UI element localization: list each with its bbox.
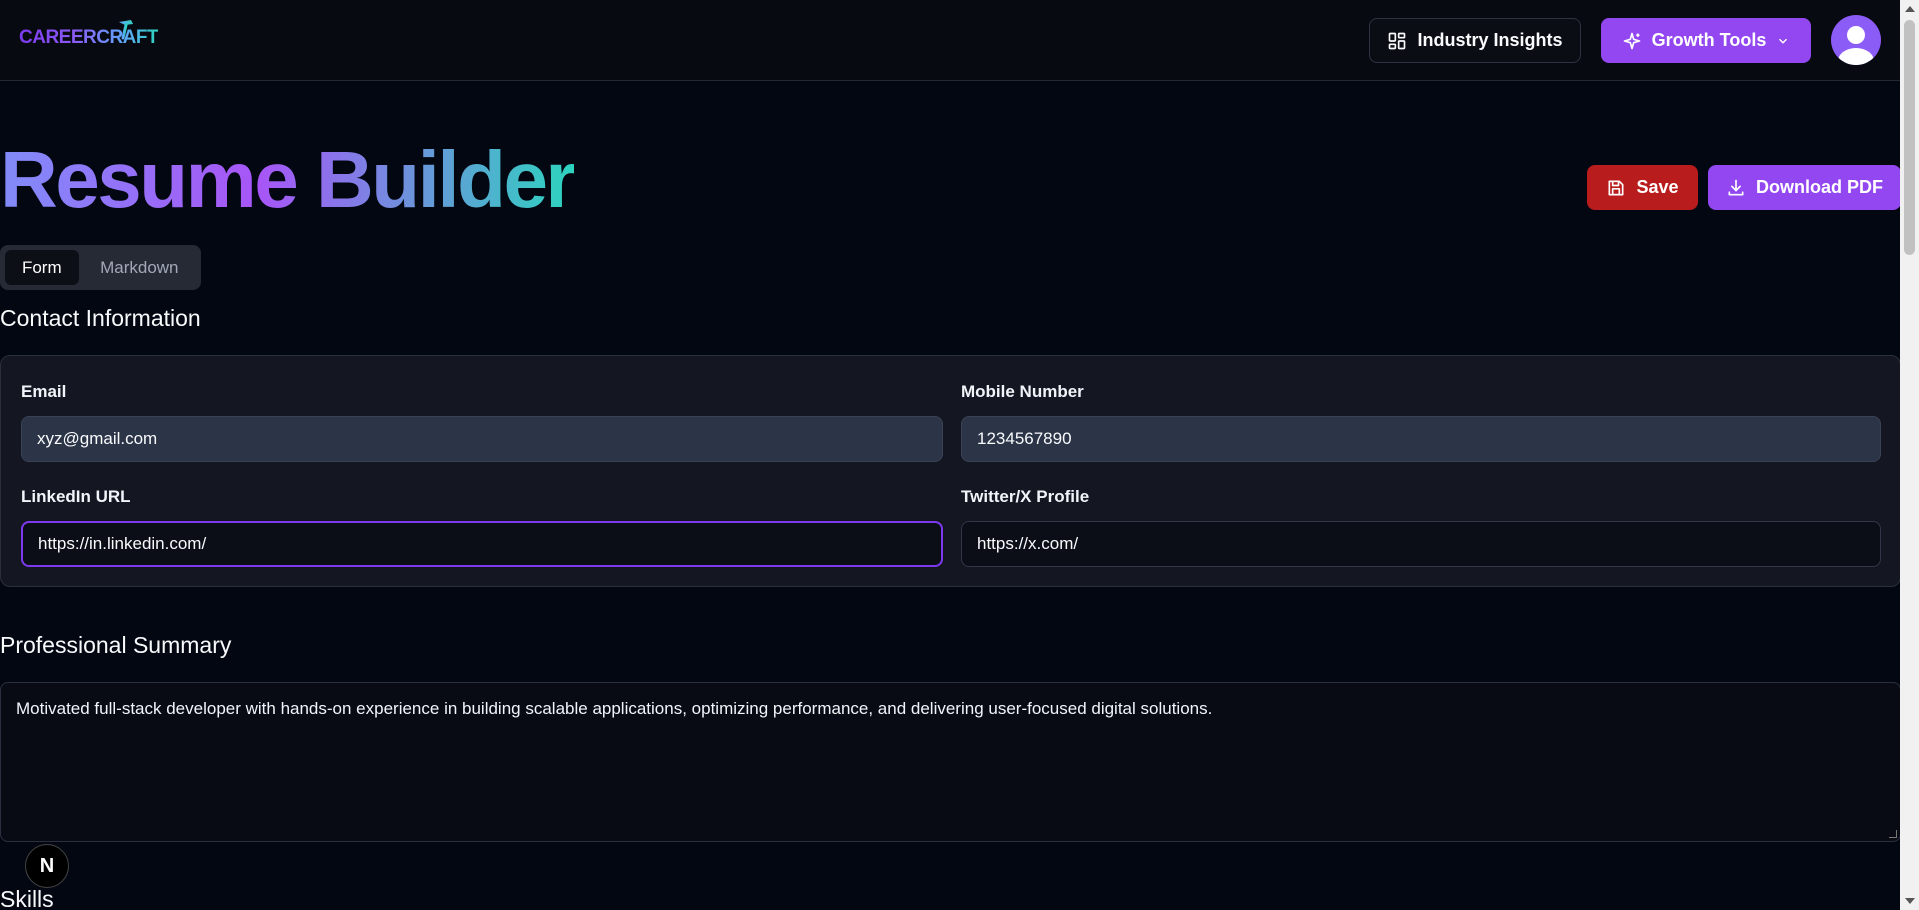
editor-tabs: Form Markdown — [0, 245, 201, 290]
download-icon — [1728, 179, 1744, 195]
page-title: Resume Builder — [0, 135, 577, 224]
contact-card: Email xyz@gmail.com Mobile Number 123456… — [0, 355, 1901, 587]
industry-insights-button[interactable]: Industry Insights — [1369, 18, 1581, 63]
download-pdf-button[interactable]: Download PDF — [1708, 165, 1901, 210]
summary-text: Motivated full-stack developer with hand… — [16, 699, 1213, 718]
linkedin-input[interactable]: https://in.linkedin.com/ — [21, 521, 943, 567]
contact-section-title: Contact Information — [0, 305, 201, 331]
download-pdf-label: Download PDF — [1756, 177, 1883, 197]
sparkles-icon — [1623, 32, 1641, 49]
summary-section-title: Professional Summary — [0, 632, 232, 658]
growth-tools-label: Growth Tools — [1651, 30, 1767, 50]
hammer-icon — [119, 20, 133, 40]
industry-insights-label: Industry Insights — [1417, 30, 1563, 50]
tab-markdown[interactable]: Markdown — [83, 250, 196, 285]
dashboard-icon — [1389, 32, 1406, 49]
mobile-label: Mobile Number — [961, 382, 1084, 401]
summary-textarea[interactable]: Motivated full-stack developer with hand… — [0, 682, 1901, 842]
twitter-input[interactable]: https://x.com/ — [961, 521, 1881, 567]
top-navbar: CAREERCRAFT Industry Insights Growth Too… — [0, 0, 1900, 81]
mobile-input[interactable]: 1234567890 — [961, 416, 1881, 462]
save-icon — [1608, 180, 1624, 195]
nextjs-dev-badge[interactable]: N — [25, 844, 69, 888]
linkedin-label: LinkedIn URL — [21, 487, 131, 506]
tab-form[interactable]: Form — [5, 250, 79, 285]
twitter-label: Twitter/X Profile — [961, 487, 1090, 506]
app: CAREERCRAFT Industry Insights Growth Too… — [0, 0, 1919, 910]
save-label: Save — [1636, 177, 1679, 197]
user-avatar[interactable] — [1831, 15, 1881, 65]
careercraft-logo[interactable]: CAREERCRAFT — [19, 18, 159, 58]
chevron-down-icon — [1779, 38, 1788, 44]
save-button[interactable]: Save — [1587, 165, 1698, 210]
scroll-thumb[interactable] — [1904, 20, 1915, 255]
user-icon — [1838, 26, 1874, 65]
page-scrollbar[interactable] — [1900, 0, 1919, 910]
resize-handle[interactable] — [1889, 830, 1897, 838]
email-label: Email — [21, 382, 67, 401]
skills-section-title: Skills — [0, 886, 54, 910]
email-input[interactable]: xyz@gmail.com — [21, 416, 943, 462]
scroll-up-arrow-icon[interactable] — [1905, 6, 1915, 12]
growth-tools-button[interactable]: Growth Tools — [1601, 18, 1811, 63]
scroll-down-arrow-icon[interactable] — [1905, 898, 1915, 904]
